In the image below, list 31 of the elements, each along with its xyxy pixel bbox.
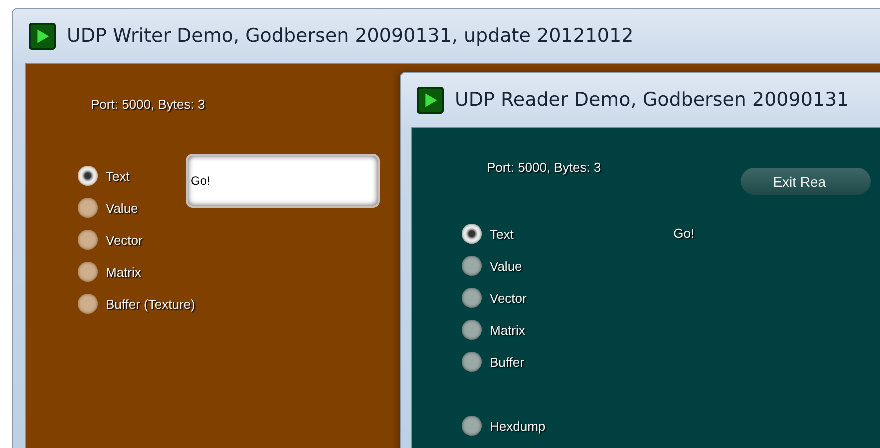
- radio-label: Buffer: [490, 354, 524, 370]
- exit-button[interactable]: Exit Rea: [741, 168, 872, 195]
- radio-button[interactable]: Text: [462, 224, 546, 244]
- radio-label: Vector: [490, 290, 527, 306]
- radio-button[interactable]: Vector: [78, 230, 143, 250]
- input-field[interactable]: Go!: [188, 156, 378, 206]
- radio-label: Hexdump: [490, 418, 546, 434]
- received-text: Go!: [674, 225, 695, 243]
- radio-label: Value: [106, 200, 138, 216]
- radio-label: Text: [490, 226, 514, 242]
- radio-label: Text: [106, 168, 130, 184]
- radio-button[interactable]: Buffer: [462, 352, 546, 372]
- play-icon: [417, 86, 444, 114]
- window-title: UDP Reader Demo, Godbersen 20090131: [455, 89, 850, 111]
- radio-button[interactable]: Text: [78, 166, 130, 186]
- radio-label: Value: [490, 258, 522, 274]
- radio-label: Matrix: [106, 264, 142, 280]
- radio-button[interactable]: Buffer (Texture): [78, 294, 196, 314]
- radio-label: Matrix: [490, 322, 526, 338]
- radio-button[interactable]: Matrix: [462, 320, 546, 340]
- radio-button[interactable]: Matrix: [78, 262, 142, 282]
- radio-button[interactable]: Hexdump: [462, 416, 546, 436]
- radio-button[interactable]: Vector: [462, 288, 546, 308]
- radio-label: Buffer (Texture): [106, 296, 196, 312]
- radio-button[interactable]: Value: [462, 256, 546, 276]
- status-text: Port: 5000, Bytes: 3: [91, 97, 206, 112]
- window-title: UDP Writer Demo, Godbersen 20090131, update 20121012: [67, 25, 634, 47]
- radio-button[interactable]: Value: [78, 198, 138, 218]
- play-icon: [29, 22, 56, 50]
- radio-label: Vector: [106, 232, 143, 248]
- status-text: Port: 5000, Bytes: 3: [487, 160, 602, 175]
